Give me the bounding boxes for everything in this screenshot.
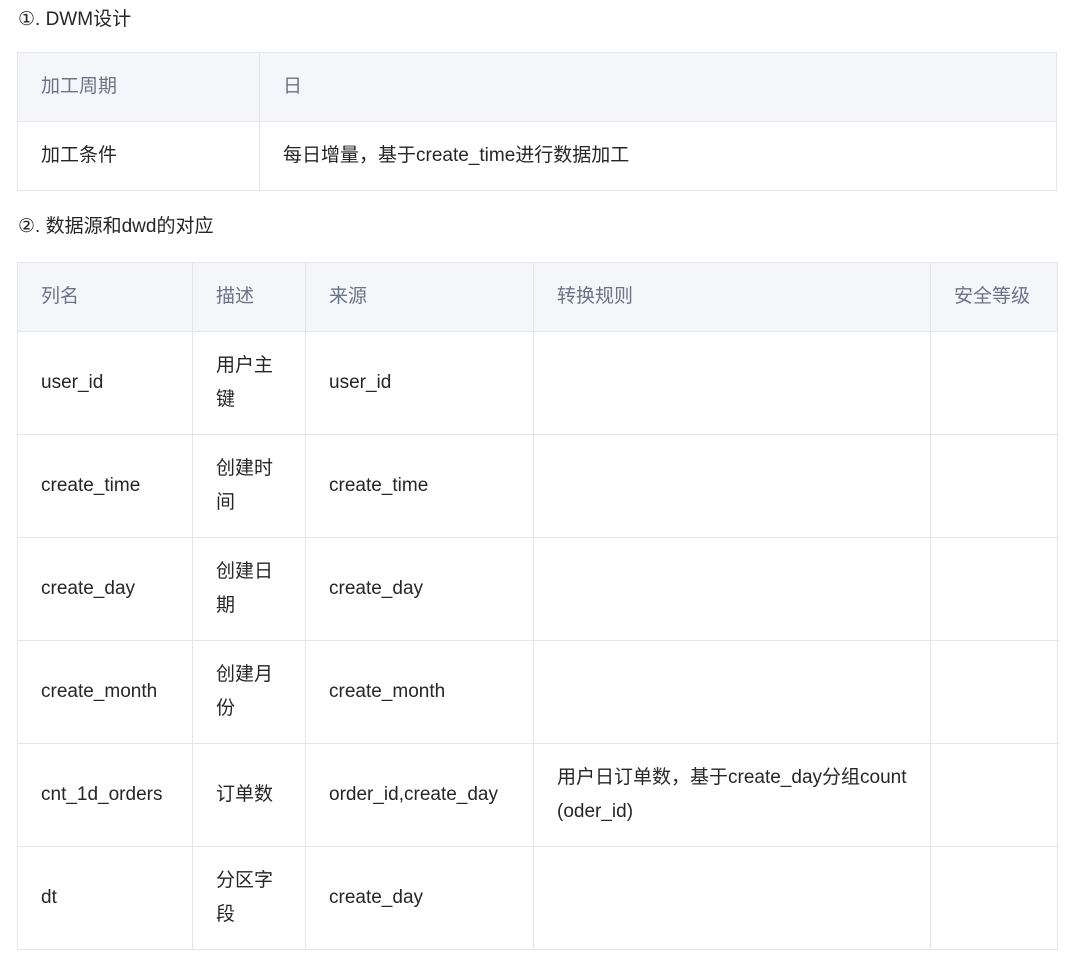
cell-column-name: user_id: [17, 331, 193, 435]
cell-transform-rule: [533, 434, 931, 538]
cell-column-name: create_time: [17, 434, 193, 538]
cell-source: create_month: [305, 640, 534, 744]
processing-cycle-label: 加工周期: [17, 52, 260, 122]
table-row: 加工周期 日: [17, 52, 1057, 122]
cell-security-level: [930, 846, 1058, 950]
cell-security-level: [930, 331, 1058, 435]
cell-description: 创建日期: [192, 537, 306, 641]
header-source: 来源: [305, 262, 534, 332]
cell-description: 用户主键: [192, 331, 306, 435]
header-column-name: 列名: [17, 262, 193, 332]
section2-heading: ②. 数据源和dwd的对应: [18, 216, 214, 237]
table-row: dt 分区字段 create_day: [17, 846, 1058, 950]
cell-security-level: [930, 743, 1058, 847]
processing-condition-value: 每日增量，基于create_time进行数据加工: [259, 121, 1057, 191]
cell-description: 分区字段: [192, 846, 306, 950]
cell-transform-rule: [533, 640, 931, 744]
processing-table: 加工周期 日 加工条件 每日增量，基于create_time进行数据加工: [17, 52, 1057, 191]
cell-source: order_id,create_day: [305, 743, 534, 847]
cell-transform-rule: [533, 537, 931, 641]
cell-security-level: [930, 434, 1058, 538]
cell-description: 创建时间: [192, 434, 306, 538]
table-header-row: 列名 描述 来源 转换规则 安全等级: [17, 262, 1058, 332]
cell-source: create_day: [305, 537, 534, 641]
cell-column-name: dt: [17, 846, 193, 950]
processing-condition-label: 加工条件: [17, 121, 260, 191]
table-row: user_id 用户主键 user_id: [17, 331, 1058, 435]
cell-transform-rule: 用户日订单数，基于create_day分组count(oder_id): [533, 743, 931, 847]
table-row: create_month 创建月份 create_month: [17, 640, 1058, 744]
cell-description: 订单数: [192, 743, 306, 847]
cell-source: create_time: [305, 434, 534, 538]
cell-transform-rule: [533, 331, 931, 435]
cell-column-name: create_month: [17, 640, 193, 744]
header-security-level: 安全等级: [930, 262, 1058, 332]
table-row: create_time 创建时间 create_time: [17, 434, 1058, 538]
section1-heading: ①. DWM设计: [18, 9, 132, 30]
cell-security-level: [930, 640, 1058, 744]
table-row: create_day 创建日期 create_day: [17, 537, 1058, 641]
cell-source: create_day: [305, 846, 534, 950]
cell-column-name: create_day: [17, 537, 193, 641]
header-description: 描述: [192, 262, 306, 332]
processing-cycle-value: 日: [259, 52, 1057, 122]
table-row: 加工条件 每日增量，基于create_time进行数据加工: [17, 121, 1057, 191]
cell-column-name: cnt_1d_orders: [17, 743, 193, 847]
column-mapping-table: 列名 描述 来源 转换规则 安全等级 user_id 用户主键 user_id …: [17, 262, 1058, 950]
cell-security-level: [930, 537, 1058, 641]
cell-transform-rule: [533, 846, 931, 950]
header-transform-rule: 转换规则: [533, 262, 931, 332]
cell-source: user_id: [305, 331, 534, 435]
cell-description: 创建月份: [192, 640, 306, 744]
table-row: cnt_1d_orders 订单数 order_id,create_day 用户…: [17, 743, 1058, 847]
